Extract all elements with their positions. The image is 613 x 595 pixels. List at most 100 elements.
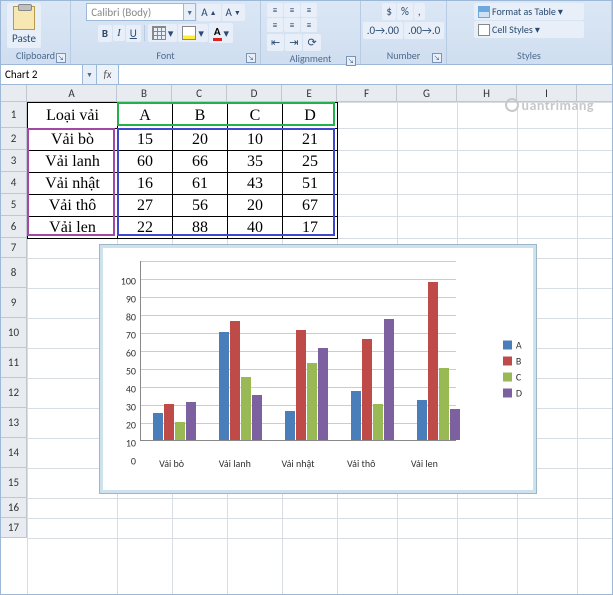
font-name-combo[interactable]: Calibri (Body)▼ (86, 3, 196, 21)
increase-indent[interactable]: ⇥ (285, 34, 302, 51)
paste-button[interactable]: Paste (7, 3, 41, 48)
table-cell[interactable]: 10 (228, 129, 283, 151)
currency-button[interactable]: $ (382, 3, 396, 20)
row-header[interactable]: 17 (1, 518, 26, 538)
table-cell[interactable]: 27 (118, 195, 173, 217)
format-as-table-button[interactable]: Format as Table ▾ (474, 3, 584, 20)
x-tick-label: Vải thô (330, 457, 393, 473)
table-cell[interactable]: 66 (173, 151, 228, 173)
table-cell[interactable]: 20 (173, 129, 228, 151)
shrink-font-button[interactable]: A▼ (222, 4, 245, 21)
comma-button[interactable]: , (414, 3, 425, 20)
increase-decimal[interactable]: .0→.00 (363, 22, 403, 39)
align-top-right[interactable]: ≡ (301, 3, 317, 17)
row-header[interactable]: 11 (1, 348, 26, 378)
col-header[interactable]: B (117, 85, 172, 101)
row-header[interactable]: 1 (1, 102, 26, 128)
table-cell[interactable]: Vải lanh (28, 151, 118, 173)
fx-button[interactable]: fx (97, 65, 119, 84)
table-cell[interactable]: 40 (228, 217, 283, 239)
table-cell[interactable]: 51 (283, 173, 338, 195)
col-header[interactable]: C (172, 85, 227, 101)
table-cell[interactable]: 43 (228, 173, 283, 195)
row-header[interactable]: 10 (1, 318, 26, 348)
table-header-cell[interactable]: B (173, 103, 228, 129)
legend-swatch (503, 389, 512, 398)
table-cell[interactable]: 88 (173, 217, 228, 239)
grow-font-button[interactable]: A▲ (197, 4, 220, 21)
row-header[interactable]: 14 (1, 438, 26, 468)
table-cell[interactable]: 61 (173, 173, 228, 195)
name-box[interactable]: Chart 2 ▼ (1, 65, 97, 84)
row-header[interactable]: 6 (1, 216, 26, 238)
decrease-indent[interactable]: ⇤ (267, 34, 284, 51)
align-mid-right[interactable]: ≡ (301, 18, 317, 32)
row-header[interactable]: 8 (1, 258, 26, 288)
embedded-chart[interactable]: 0102030405060708090100 Vải bòVải lanhVải… (99, 244, 537, 494)
table-cell[interactable]: 17 (283, 217, 338, 239)
row-header[interactable]: 5 (1, 194, 26, 216)
table-header-cell[interactable]: Loại vải (28, 103, 118, 129)
table-cell[interactable]: 22 (118, 217, 173, 239)
table-cell[interactable]: 35 (228, 151, 283, 173)
clipboard-launcher[interactable]: ↘ (56, 53, 66, 63)
column-headers[interactable]: ABCDEFGHI (27, 85, 612, 102)
select-all-corner[interactable] (1, 85, 27, 102)
table-cell[interactable]: 21 (283, 129, 338, 151)
row-header[interactable]: 12 (1, 378, 26, 408)
row-header[interactable]: 4 (1, 172, 26, 194)
row-header[interactable]: 13 (1, 408, 26, 438)
row-header[interactable]: 2 (1, 128, 26, 150)
table-cell[interactable]: 67 (283, 195, 338, 217)
decrease-decimal[interactable]: .00→.0 (404, 22, 444, 39)
table-icon (478, 6, 490, 18)
col-header[interactable]: F (337, 85, 397, 101)
table-cell[interactable]: 56 (173, 195, 228, 217)
row-header[interactable]: 15 (1, 468, 26, 498)
table-cell[interactable]: Vải nhật (28, 173, 118, 195)
borders-button[interactable]: ▾ (148, 24, 178, 42)
fill-color-button[interactable]: ▾ (178, 24, 208, 42)
col-header[interactable]: E (282, 85, 337, 101)
italic-button[interactable]: I (113, 25, 125, 41)
cell-styles-button[interactable]: Cell Styles ▾ (474, 21, 584, 38)
table-cell[interactable]: Vải thô (28, 195, 118, 217)
formula-input[interactable] (119, 65, 612, 84)
table-cell[interactable]: 15 (118, 129, 173, 151)
bold-button[interactable]: B (98, 25, 112, 42)
table-cell[interactable]: Vải len (28, 217, 118, 239)
row-headers[interactable]: 1234567891011121314151617 (1, 102, 27, 538)
orientation-button[interactable]: ⟳ (303, 34, 320, 51)
table-header-cell[interactable]: D (283, 103, 338, 129)
table-header-cell[interactable]: A (118, 103, 173, 129)
cell-grid[interactable]: Loại vảiABCDVải bò15201021Vải lanh606635… (27, 102, 612, 594)
underline-button[interactable]: U (126, 25, 141, 42)
table-cell[interactable]: 20 (228, 195, 283, 217)
table-header-cell[interactable]: C (228, 103, 283, 129)
col-header[interactable]: G (397, 85, 457, 101)
align-mid-center[interactable]: ≡ (284, 18, 300, 32)
percent-button[interactable]: % (397, 3, 413, 20)
table-cell[interactable]: 60 (118, 151, 173, 173)
align-top-center[interactable]: ≡ (284, 3, 300, 17)
number-launcher[interactable]: ↘ (432, 53, 442, 63)
col-header[interactable]: I (517, 85, 577, 101)
font-color-button[interactable]: A▾ (209, 23, 233, 43)
row-header[interactable]: 7 (1, 238, 26, 258)
table-cell[interactable]: 25 (283, 151, 338, 173)
x-tick-label: Vải len (393, 457, 456, 473)
table-cell[interactable]: Vải bò (28, 129, 118, 151)
row-header[interactable]: 3 (1, 150, 26, 172)
col-header[interactable]: A (27, 85, 117, 101)
table-cell[interactable]: 16 (118, 173, 173, 195)
font-launcher[interactable]: ↘ (246, 53, 256, 63)
col-header[interactable]: H (457, 85, 517, 101)
worksheet[interactable]: ABCDEFGHI 1234567891011121314151617 Loại… (1, 85, 612, 594)
col-header[interactable]: D (227, 85, 282, 101)
align-top-left[interactable]: ≡ (267, 3, 283, 17)
align-mid-left[interactable]: ≡ (267, 18, 283, 32)
alignment-launcher[interactable]: ↘ (346, 56, 356, 66)
row-header[interactable]: 9 (1, 288, 26, 318)
row-header[interactable]: 16 (1, 498, 26, 518)
bar (450, 409, 460, 440)
